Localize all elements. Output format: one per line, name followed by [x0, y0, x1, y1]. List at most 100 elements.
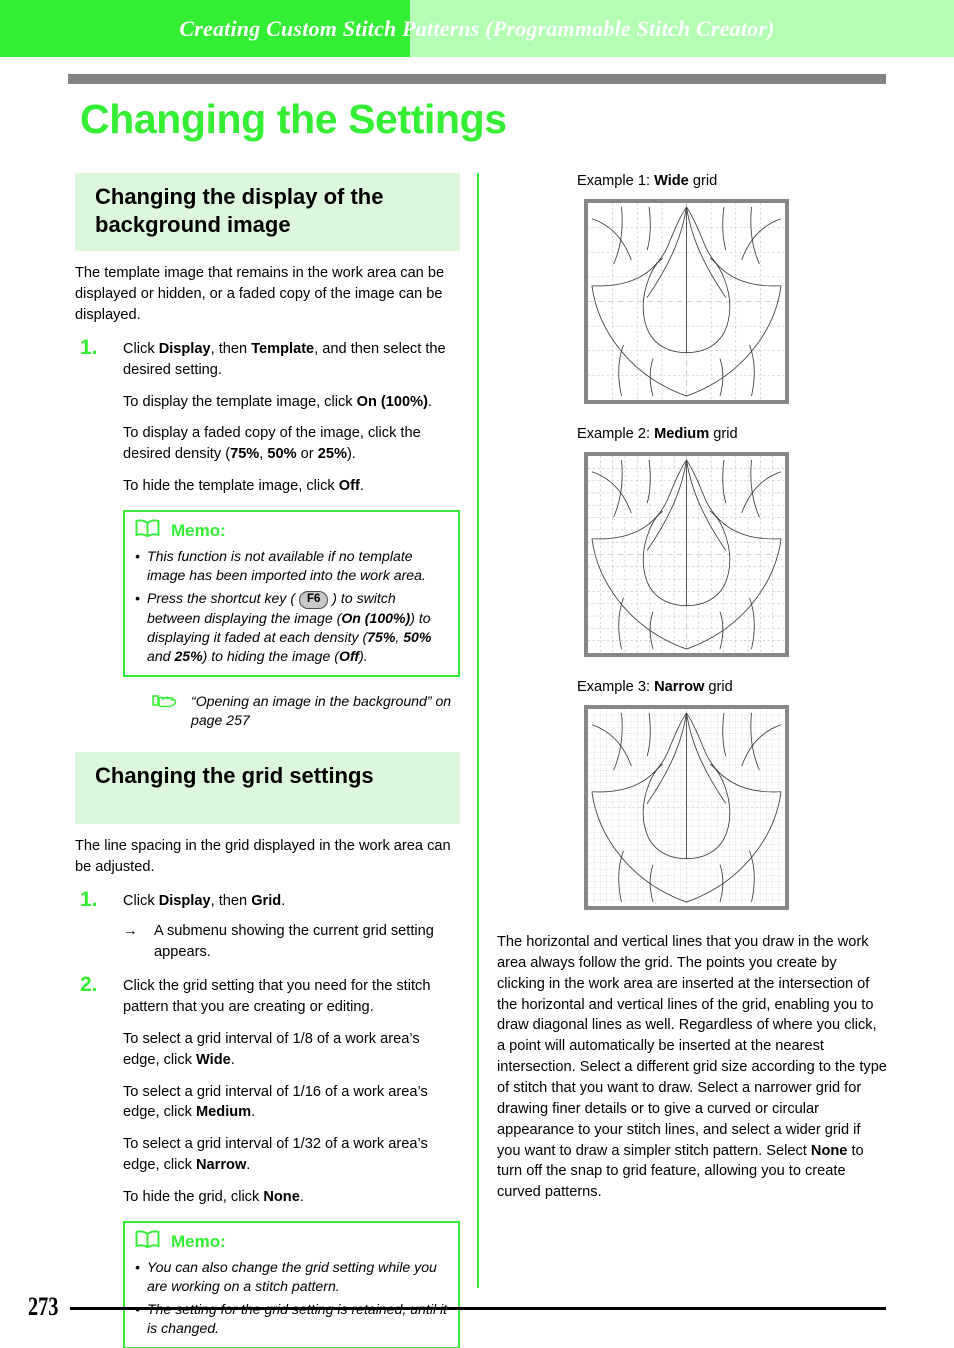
t: ).: [346, 446, 356, 463]
arrow-icon: →: [123, 923, 138, 940]
left-column: Changing the display of the background i…: [75, 173, 460, 1348]
footer-rule: [70, 1307, 886, 1310]
section-heading-background-image: Changing the display of the background i…: [75, 173, 460, 252]
memo-title-1: Memo:: [135, 519, 448, 543]
menu-display: Display: [158, 340, 211, 357]
t: .: [281, 892, 286, 909]
option-narrow: Narrow: [196, 1157, 247, 1174]
t: grid: [709, 426, 738, 442]
t: .: [230, 1051, 235, 1068]
step2-line5: To hide the grid, click None.: [123, 1187, 460, 1208]
example-1-figure-wide-grid: [584, 199, 789, 404]
option-wide: Wide: [196, 1051, 231, 1068]
t: To select a grid interval of 1/16 of a w…: [123, 1083, 428, 1121]
t: Click: [123, 340, 159, 357]
shortcut-key-f6: F6: [298, 591, 329, 609]
t: grid: [688, 173, 718, 189]
cross-reference-note: “Opening an image in the background” on …: [123, 692, 460, 730]
t: .: [427, 393, 433, 410]
step1-line1: Click Display, then Grid.: [123, 891, 460, 912]
option-50: 50%: [403, 628, 432, 645]
t: To select a grid interval of 1/8 of a wo…: [123, 1030, 420, 1068]
t: To hide the grid, click: [123, 1189, 264, 1205]
page-title: Changing the Settings: [80, 96, 507, 142]
example-3-label: Example 3: Narrow grid: [577, 679, 887, 695]
step1-line4: To hide the template image, click Off.: [123, 476, 460, 497]
step2-line4: To select a grid interval of 1/32 of a w…: [123, 1134, 460, 1176]
example-1-label: Example 1: Wide grid: [577, 173, 887, 189]
step2-line2: To select a grid interval of 1/8 of a wo…: [123, 1029, 460, 1071]
example-3-figure-narrow-grid: [584, 705, 789, 910]
page-number: 273: [28, 1292, 59, 1321]
t: Press the shortcut key (: [147, 590, 299, 607]
cross-reference-text[interactable]: “Opening an image in the background” on …: [191, 692, 460, 730]
t: Example 1:: [577, 173, 655, 189]
step-number: 2.: [80, 973, 98, 997]
example-2-figure-medium-grid: [584, 452, 789, 657]
grid-name-medium: Medium: [654, 426, 710, 442]
option-25: 25%: [317, 446, 347, 463]
t: , then: [210, 340, 252, 357]
option-off: Off: [338, 647, 360, 664]
t: Click: [123, 892, 159, 909]
right-column: Example 1: Wide grid Example 2: Medium g…: [497, 173, 887, 1203]
grid-name-wide: Wide: [654, 173, 689, 189]
option-none: None: [810, 1142, 848, 1159]
t: and: [147, 647, 175, 664]
t: , then: [210, 892, 252, 909]
t: .: [299, 1189, 304, 1205]
memo-box-1: Memo: This function is not available if …: [123, 510, 460, 677]
step2-line1: Click the grid setting that you need for…: [123, 978, 431, 1015]
option-on-100: On (100%): [341, 609, 411, 626]
step2-line3: To select a grid interval of 1/16 of a w…: [123, 1082, 460, 1124]
t: .: [359, 478, 364, 495]
step1-result-text: A submenu showing the current grid setti…: [154, 923, 434, 961]
section1-step-1: 1. Click Display, then Template, and the…: [75, 335, 460, 730]
memo-list-2: You can also change the grid setting whi…: [135, 1258, 448, 1338]
menu-display: Display: [158, 892, 211, 909]
option-75: 75%: [230, 446, 260, 463]
t: .: [251, 1104, 256, 1121]
section2-step-2: 2. Click the grid setting that you need …: [75, 973, 460, 1348]
step-number: 1.: [80, 887, 98, 911]
memo-item: You can also change the grid setting whi…: [135, 1258, 448, 1296]
step1-line2: To display the template image, click On …: [123, 392, 460, 413]
book-icon: [135, 1230, 160, 1254]
book-icon: [135, 519, 160, 543]
menu-grid: Grid: [251, 892, 282, 909]
option-on-100: On (100%): [356, 393, 428, 410]
t: To select a grid interval of 1/32 of a w…: [123, 1136, 428, 1174]
pointing-hand-icon: [151, 692, 177, 730]
memo-label: Memo:: [171, 521, 226, 541]
document-page: Creating Custom Stitch Patterns (Program…: [0, 0, 954, 1348]
t: grid: [704, 679, 733, 695]
step-number: 1.: [80, 335, 98, 359]
menu-template: Template: [251, 340, 315, 357]
right-column-body: The horizontal and vertical lines that y…: [497, 932, 887, 1203]
step1-line1: Click Display, then Template, and then s…: [123, 339, 460, 381]
t: .: [246, 1157, 251, 1174]
t: ).: [359, 647, 368, 664]
header-rule: [68, 74, 886, 84]
t: To hide the template image, click: [123, 478, 339, 495]
column-divider: [477, 173, 479, 1288]
step1-result: → A submenu showing the current grid set…: [123, 921, 460, 963]
t: To display the template image, click: [123, 393, 357, 410]
option-75: 75%: [367, 628, 396, 645]
memo-item: This function is not available if no tem…: [135, 547, 448, 585]
memo-list-1: This function is not available if no tem…: [135, 547, 448, 666]
memo-label: Memo:: [171, 1231, 226, 1251]
section2-intro: The line spacing in the grid displayed i…: [75, 837, 451, 875]
example-2-label: Example 2: Medium grid: [577, 426, 887, 442]
memo-item: The setting for the grid setting is reta…: [135, 1300, 448, 1338]
t: The horizontal and vertical lines that y…: [497, 934, 887, 1159]
step1-line3: To display a faded copy of the image, cl…: [123, 423, 460, 465]
t: Example 3:: [577, 679, 655, 695]
option-medium: Medium: [196, 1104, 252, 1121]
option-50: 50%: [267, 446, 297, 463]
option-25: 25%: [174, 647, 203, 664]
memo-title-2: Memo:: [135, 1230, 448, 1254]
option-off: Off: [338, 478, 360, 495]
memo-box-2: Memo: You can also change the grid setti…: [123, 1220, 460, 1348]
section2-step-1: 1. Click Display, then Grid. → A submenu…: [75, 887, 460, 964]
